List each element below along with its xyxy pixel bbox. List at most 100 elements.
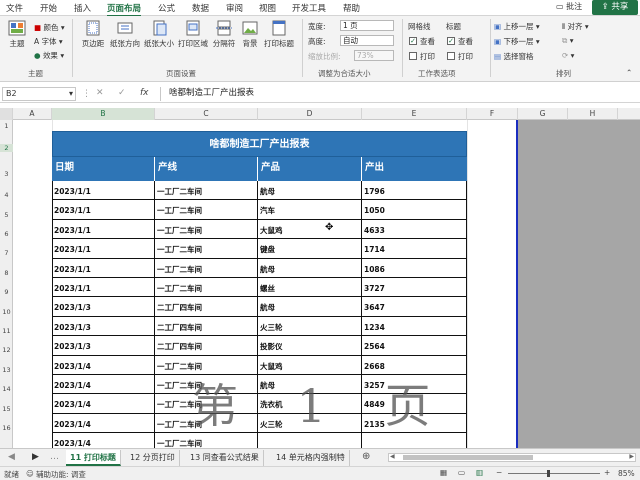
page-layout-view-icon[interactable]: ▭ bbox=[458, 468, 465, 477]
zoom-level[interactable]: 85% bbox=[618, 469, 635, 478]
breaks-button[interactable]: 分隔符 bbox=[210, 20, 238, 49]
rotate-button[interactable]: ⟳ ▾ bbox=[562, 51, 574, 60]
header-line[interactable]: 产线 bbox=[155, 157, 258, 181]
worksheet-grid[interactable]: A B C D E F G H 1 2 3 4 5 6 7 8 9 10 11 … bbox=[0, 108, 640, 448]
cell-date[interactable]: 2023/1/1 bbox=[52, 181, 155, 200]
row-header[interactable]: 5 bbox=[0, 211, 13, 219]
print-area-button[interactable]: 打印区域 bbox=[176, 20, 210, 49]
cell-line[interactable]: 一工厂二车间 bbox=[155, 181, 258, 200]
cell-line[interactable]: 一工厂二车间 bbox=[155, 278, 258, 297]
cell-output[interactable]: 4633 bbox=[362, 220, 467, 239]
cell-product[interactable]: 大鼠鸡 bbox=[258, 219, 362, 239]
print-titles-button[interactable]: 打印标题 bbox=[262, 20, 296, 49]
width-select[interactable]: 1 页 bbox=[340, 20, 394, 31]
formula-bar-menu-icon[interactable]: ⋮ bbox=[82, 89, 91, 99]
theme-colors-button[interactable]: ■ 颜色 ▾ bbox=[34, 22, 65, 33]
row-header[interactable]: 12 bbox=[0, 346, 13, 354]
cell-date[interactable]: 2023/1/4 bbox=[52, 394, 155, 414]
report-title-cell[interactable]: 啥都制造工厂产出报表 bbox=[52, 131, 467, 157]
cell-line[interactable]: 一工厂二车间 bbox=[155, 258, 258, 278]
status-accessibility[interactable]: 辅助功能: 调查 bbox=[36, 469, 86, 480]
name-box[interactable]: B2 ▾ bbox=[2, 87, 76, 101]
selection-pane-button[interactable]: ▤ 选择窗格 bbox=[494, 51, 533, 62]
cell-output[interactable]: 1086 bbox=[362, 259, 467, 278]
page-break-view-icon[interactable]: ▥ bbox=[476, 468, 483, 477]
cell-output[interactable]: 1234 bbox=[362, 317, 467, 336]
row-header[interactable]: 1 bbox=[0, 122, 13, 130]
cell-date[interactable]: 2023/1/1 bbox=[52, 219, 155, 239]
cell-date[interactable]: 2023/1/1 bbox=[52, 278, 155, 297]
zoom-in-icon[interactable]: + bbox=[604, 468, 610, 477]
background-button[interactable]: 背景 bbox=[238, 20, 262, 49]
send-backward-button[interactable]: ▣ 下移一层 ▾ bbox=[494, 36, 540, 47]
tab-insert[interactable]: 插入 bbox=[74, 2, 91, 14]
tab-help[interactable]: 帮助 bbox=[343, 2, 360, 14]
theme-fonts-button[interactable]: A 字体 ▾ bbox=[34, 36, 63, 47]
column-header-g[interactable]: G bbox=[518, 108, 568, 120]
tab-home[interactable]: 开始 bbox=[40, 2, 57, 14]
collapse-ribbon-icon[interactable]: ⌃ bbox=[626, 68, 632, 77]
align-button[interactable]: ⫴ 对齐 ▾ bbox=[562, 21, 589, 32]
sheet-tab-forced-break[interactable]: 14 单元格内强制特 bbox=[272, 450, 350, 466]
column-header-b[interactable]: B bbox=[52, 108, 155, 120]
column-header-h[interactable]: H bbox=[568, 108, 618, 120]
tab-page-layout[interactable]: 页面布局 bbox=[107, 2, 142, 17]
cell-product[interactable]: 投影仪 bbox=[258, 336, 362, 356]
sheet-tab-page-print[interactable]: 12 分页打印 bbox=[126, 450, 180, 466]
cell-product[interactable]: 火三轮 bbox=[258, 316, 362, 336]
cell-output[interactable]: 1796 bbox=[362, 181, 467, 200]
cell-product[interactable]: 汽车 bbox=[258, 200, 362, 220]
cell-product[interactable]: 航母 bbox=[258, 181, 362, 200]
group-objects-button[interactable]: ⧉ ▾ bbox=[562, 36, 574, 46]
cell-product[interactable]: 螺丝 bbox=[258, 278, 362, 297]
scroll-right-icon[interactable]: ▶ bbox=[629, 453, 634, 460]
add-sheet-icon[interactable]: ⊕ bbox=[362, 451, 370, 462]
tab-developer[interactable]: 开发工具 bbox=[292, 2, 326, 14]
cell-date[interactable]: 2023/1/3 bbox=[52, 336, 155, 356]
tab-data[interactable]: 数据 bbox=[192, 2, 209, 14]
header-date[interactable]: 日期 bbox=[52, 157, 155, 181]
cell-date[interactable]: 2023/1/3 bbox=[52, 316, 155, 336]
cancel-icon[interactable]: ✕ bbox=[96, 88, 104, 98]
cell-date[interactable]: 2023/1/4 bbox=[52, 413, 155, 433]
tab-file[interactable]: 文件 bbox=[6, 2, 23, 14]
row-header[interactable]: 14 bbox=[0, 385, 13, 393]
row-header[interactable]: 7 bbox=[0, 249, 13, 257]
scale-input[interactable]: 73% bbox=[354, 50, 394, 61]
zoom-out-icon[interactable]: − bbox=[496, 468, 502, 477]
gridlines-print-checkbox[interactable] bbox=[409, 52, 417, 60]
row-header[interactable]: 16 bbox=[0, 424, 13, 432]
zoom-slider[interactable] bbox=[508, 473, 600, 474]
cell-output[interactable]: 1714 bbox=[362, 239, 467, 258]
prev-sheet-icon[interactable]: ◀ bbox=[8, 452, 15, 462]
theme-effects-button[interactable]: ● 效果 ▾ bbox=[34, 50, 64, 61]
sheet-tab-view-formula[interactable]: 13 同查看公式结果 bbox=[186, 450, 264, 466]
cell-output[interactable]: 3647 bbox=[362, 297, 467, 316]
cell-output[interactable]: 2564 bbox=[362, 336, 467, 355]
row-header[interactable]: 8 bbox=[0, 269, 13, 277]
tab-formulas[interactable]: 公式 bbox=[158, 2, 175, 14]
column-header-f[interactable]: F bbox=[467, 108, 518, 120]
column-header-c[interactable]: C bbox=[155, 108, 258, 120]
row-header[interactable]: 11 bbox=[0, 327, 13, 335]
name-box-dropdown-icon[interactable]: ▾ bbox=[69, 88, 73, 100]
next-sheet-icon[interactable]: ▶ bbox=[32, 452, 39, 462]
cell-line[interactable]: 二工厂四车间 bbox=[155, 297, 258, 317]
cell-line[interactable]: 一工厂二车间 bbox=[155, 239, 258, 259]
row-header[interactable]: 6 bbox=[0, 230, 13, 238]
enter-icon[interactable]: ✓ bbox=[118, 88, 126, 98]
insert-function-icon[interactable]: fx bbox=[140, 88, 149, 98]
height-select[interactable]: 自动 bbox=[340, 35, 394, 46]
normal-view-icon[interactable]: ▦ bbox=[440, 468, 447, 477]
cell-product[interactable]: 键盘 bbox=[258, 239, 362, 259]
row-header[interactable]: 10 bbox=[0, 308, 13, 316]
cell-line[interactable]: 二工厂四车间 bbox=[155, 336, 258, 356]
zoom-slider-thumb[interactable] bbox=[547, 470, 550, 477]
tab-view[interactable]: 视图 bbox=[259, 2, 276, 14]
cell-line[interactable]: 一工厂二车间 bbox=[155, 200, 258, 220]
scroll-left-icon[interactable]: ◀ bbox=[390, 453, 395, 460]
cell-output[interactable]: 1050 bbox=[362, 200, 467, 219]
headings-view-checkbox[interactable]: ✓ bbox=[447, 37, 455, 45]
row-header[interactable]: 13 bbox=[0, 366, 13, 374]
tab-review[interactable]: 审阅 bbox=[226, 2, 243, 14]
